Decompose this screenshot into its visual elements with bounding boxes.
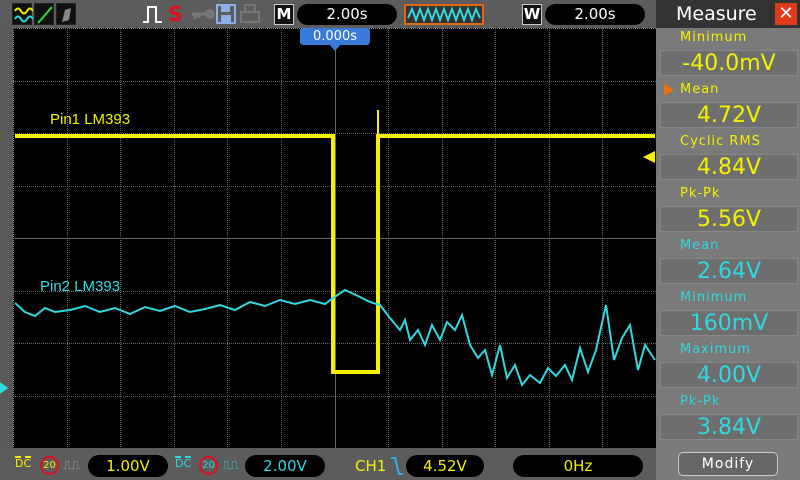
measure-value[interactable]: 4.84V	[660, 154, 798, 180]
modify-button[interactable]: Modify	[678, 452, 778, 476]
trigger-level[interactable]: 4.52V	[406, 455, 484, 477]
falling-edge-icon	[390, 456, 404, 480]
ch2-bw-limit[interactable]: 20	[199, 456, 218, 475]
measure-label: Mean	[680, 238, 720, 253]
ch2-offset-marker[interactable]	[0, 382, 8, 394]
close-icon[interactable]: ✕	[775, 3, 797, 25]
measure-value[interactable]: 4.00V	[660, 362, 798, 388]
trigger-source[interactable]: CH1	[355, 457, 386, 475]
selected-arrow-icon	[664, 84, 674, 96]
measure-label: Minimum	[680, 30, 748, 45]
ch2-invert-icon: ⎍⎍	[222, 458, 239, 472]
measure-label: Maximum	[680, 342, 752, 357]
measure-label: Minimum	[680, 290, 748, 305]
frequency-counter: 0Hz	[513, 455, 643, 477]
measure-value[interactable]: 4.72V	[660, 102, 798, 128]
measure-value[interactable]: -40.0mV	[660, 50, 798, 76]
measure-value[interactable]: 160mV	[660, 310, 798, 336]
measure-label: Pk-Pk	[680, 186, 721, 201]
ch2-coupling[interactable]: DC	[175, 456, 192, 470]
measure-value[interactable]: 5.56V	[660, 206, 798, 232]
ch1-coupling[interactable]: DC	[15, 456, 32, 470]
measure-panel: Measure ✕ Minimum -40.0mV Mean 4.72V Cyclic …	[656, 0, 800, 480]
measure-label: Cyclic RMS	[680, 134, 761, 149]
measure-label: Pk-Pk	[680, 394, 721, 409]
measure-value[interactable]: 2.64V	[660, 258, 798, 284]
ch1-scale[interactable]: 1.00V	[88, 455, 168, 477]
ch2-label: Pin2 LM393	[40, 278, 120, 295]
ch1-label: Pin1 LM393	[50, 111, 130, 128]
ch1-bw-limit[interactable]: 20	[40, 456, 59, 475]
ch1-trace	[15, 134, 655, 374]
ch1-invert-icon: ⎍⎍	[63, 458, 80, 472]
ch2-scale[interactable]: 2.00V	[245, 455, 325, 477]
trigger-level-marker[interactable]	[643, 151, 655, 163]
measure-value[interactable]: 3.84V	[660, 414, 798, 440]
traces: Pin1 LM393 Pin2 LM393	[0, 110, 656, 394]
measure-label: Mean	[680, 82, 720, 97]
